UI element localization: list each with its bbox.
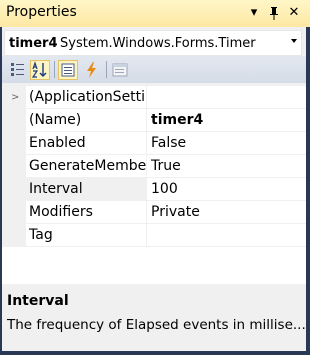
property-name: GenerateMember	[26, 155, 147, 178]
property-row[interactable]: Tag	[2, 224, 306, 247]
window-titlebar[interactable]: Properties ▾ ✕	[0, 0, 310, 27]
properties-toolbar	[2, 56, 306, 83]
window-title: Properties	[6, 4, 77, 20]
property-name: Tag	[26, 224, 147, 247]
properties-icon[interactable]	[58, 60, 78, 80]
help-pane: Interval The frequency of Elapsed events…	[2, 289, 306, 351]
object-selector[interactable]: timer4 System.Windows.Forms.Timer	[4, 30, 302, 56]
alphabetical-icon[interactable]	[30, 60, 50, 80]
row-gutter	[2, 178, 26, 201]
property-value[interactable]	[148, 86, 306, 109]
property-row[interactable]: > (ApplicationSettings)	[2, 86, 306, 109]
chevron-right-icon[interactable]: >	[11, 92, 19, 103]
property-grid: > (ApplicationSettings) (Name) timer4 En…	[2, 86, 306, 284]
property-name: Enabled	[26, 132, 147, 155]
toolbar-separator	[54, 61, 55, 78]
property-value[interactable]: Private	[148, 201, 306, 224]
property-value[interactable]: True	[148, 155, 306, 178]
properties-window: Properties ▾ ✕ timer4 System.Windows.For…	[0, 0, 310, 355]
property-row[interactable]: Modifiers Private	[2, 201, 306, 224]
window-position-dropdown-icon[interactable]: ▾	[246, 5, 262, 21]
row-gutter	[2, 132, 26, 155]
property-row-selected[interactable]: Interval 100	[2, 178, 306, 201]
properties-panel: timer4 System.Windows.Forms.Timer > (App…	[2, 27, 306, 351]
property-name: Interval	[26, 178, 147, 201]
property-pages-icon[interactable]	[110, 60, 130, 80]
help-description: The frequency of Elapsed events in milli…	[7, 317, 306, 333]
object-type: System.Windows.Forms.Timer	[60, 36, 256, 51]
close-icon[interactable]: ✕	[286, 5, 302, 21]
property-value[interactable]: False	[148, 132, 306, 155]
categorized-icon[interactable]	[8, 60, 28, 80]
property-value[interactable]: 100	[148, 178, 306, 201]
property-row[interactable]: (Name) timer4	[2, 109, 306, 132]
row-gutter	[2, 155, 26, 178]
property-name: Modifiers	[26, 201, 147, 224]
help-title: Interval	[7, 293, 69, 309]
row-gutter	[2, 224, 26, 247]
row-gutter	[2, 109, 26, 132]
events-icon[interactable]	[82, 60, 102, 80]
object-name: timer4	[9, 36, 58, 51]
property-value[interactable]	[148, 224, 306, 247]
property-name: (ApplicationSettings)	[26, 86, 147, 109]
property-name: (Name)	[26, 109, 147, 132]
chevron-down-icon[interactable]	[291, 39, 297, 43]
pin-icon[interactable]	[266, 5, 282, 21]
property-row[interactable]: GenerateMember True	[2, 155, 306, 178]
row-gutter	[2, 201, 26, 224]
property-value[interactable]: timer4	[148, 109, 306, 132]
toolbar-separator	[106, 61, 107, 78]
property-row[interactable]: Enabled False	[2, 132, 306, 155]
